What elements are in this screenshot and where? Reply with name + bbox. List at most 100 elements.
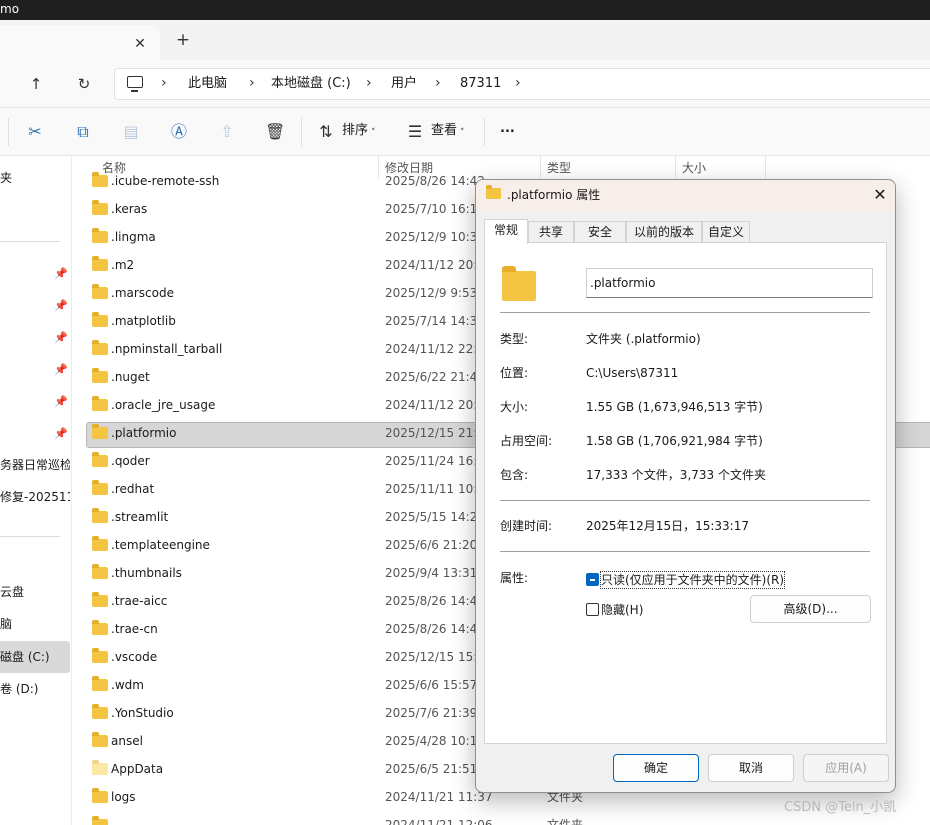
file-name[interactable]: .platformio xyxy=(111,425,176,441)
location-value: C:\Users\87311 xyxy=(586,366,679,380)
readonly-label[interactable]: 只读(仅应用于文件夹中的文件)(R) xyxy=(599,571,786,589)
new-tab-button[interactable]: + xyxy=(173,30,193,50)
file-date: 2025/5/15 14:29 xyxy=(385,510,485,524)
sidebar-item-server-check[interactable]: 务器日常巡检 xyxy=(0,457,70,473)
folder-icon xyxy=(92,284,108,299)
tab-strip: ✕ + xyxy=(0,20,930,60)
file-date: 2024/11/12 20:4 xyxy=(385,258,485,272)
breadcrumb-user-folder[interactable]: 87311 xyxy=(460,76,501,92)
file-date: 2025/7/6 21:39 xyxy=(385,706,478,720)
file-date: 2025/12/9 9:53 xyxy=(385,286,478,300)
chevron-down-icon[interactable]: ˅ xyxy=(460,125,465,141)
tab-customize[interactable]: 自定义 xyxy=(702,221,750,243)
file-date: 2024/11/21 11:37 xyxy=(385,790,493,804)
pin-icon: 📌 xyxy=(54,427,68,440)
more-options-button[interactable]: ... xyxy=(500,121,515,137)
file-name[interactable]: .redhat xyxy=(111,481,154,497)
folder-icon xyxy=(92,396,108,411)
sidebar-item-local-disk-c[interactable]: 磁盘 (C:) xyxy=(0,649,70,665)
file-name[interactable]: .templateengine xyxy=(111,537,210,553)
file-name[interactable]: .vscode xyxy=(111,649,157,665)
explorer-tab[interactable]: ✕ xyxy=(0,25,160,60)
tab-sharing[interactable]: 共享 xyxy=(528,221,574,243)
file-name[interactable]: .thumbnails xyxy=(111,565,182,581)
file-name[interactable]: .qoder xyxy=(111,453,150,469)
tab-previous-versions[interactable]: 以前的版本 xyxy=(626,221,702,243)
file-name[interactable]: .YonStudio xyxy=(111,705,174,721)
close-icon[interactable]: ✕ xyxy=(132,36,148,52)
folder-icon xyxy=(92,256,108,271)
rename-icon[interactable]: Ⓐ xyxy=(169,122,189,142)
hidden-checkbox[interactable] xyxy=(586,603,599,616)
ok-button[interactable]: 确定 xyxy=(613,754,699,782)
file-name[interactable]: logs xyxy=(111,789,136,805)
file-name[interactable]: .keras xyxy=(111,201,147,217)
folder-icon xyxy=(92,704,108,719)
breadcrumb-local-disk[interactable]: 本地磁盘 (C:) xyxy=(271,76,351,92)
sidebar-item-fix-folder[interactable]: 修复-2025110 xyxy=(0,489,70,505)
view-button[interactable]: 查看 xyxy=(431,123,457,139)
copy-icon[interactable]: ⧉ xyxy=(73,122,93,142)
cancel-button[interactable]: 取消 xyxy=(708,754,794,782)
file-name[interactable]: .trae-aicc xyxy=(111,593,167,609)
dialog-titlebar[interactable]: .platformio 属性 ✕ xyxy=(476,180,895,210)
breadcrumb-this-pc[interactable]: 此电脑 xyxy=(188,76,227,92)
file-date: 2025/12/15 21:2 xyxy=(385,426,485,440)
breadcrumb[interactable]: › 此电脑 › 本地磁盘 (C:) › 用户 › 87311 › xyxy=(114,68,930,100)
chevron-down-icon[interactable]: ˅ xyxy=(371,125,376,141)
file-name[interactable]: .wdm xyxy=(111,677,144,693)
cut-icon[interactable]: ✂ xyxy=(25,122,45,142)
file-name[interactable]: .trae-cn xyxy=(111,621,158,637)
advanced-button[interactable]: 高级(D)... xyxy=(750,595,871,623)
folder-icon xyxy=(92,172,108,187)
table-row[interactable]: 2024/11/21 12:06 文件夹 xyxy=(82,814,882,825)
view-icon[interactable]: ☰ xyxy=(405,122,425,142)
created-label: 创建时间: xyxy=(500,519,553,533)
sidebar-item-this-pc[interactable]: 脑 xyxy=(0,616,70,632)
size-on-disk-label: 占用空间: xyxy=(500,434,553,448)
properties-dialog: .platformio 属性 ✕ 常规 共享 安全 以前的版本 自定义 类型: … xyxy=(475,179,896,793)
file-name[interactable]: .oracle_jre_usage xyxy=(111,397,215,413)
up-arrow-icon[interactable]: ↑ xyxy=(24,72,48,96)
file-name[interactable]: .icube-remote-ssh xyxy=(111,173,219,189)
divider xyxy=(500,551,870,552)
sort-button[interactable]: 排序 xyxy=(342,123,368,139)
file-name[interactable]: .streamlit xyxy=(111,509,168,525)
sidebar-item-volume-d[interactable]: 卷 (D:) xyxy=(0,681,70,697)
tab-security[interactable]: 安全 xyxy=(574,221,626,243)
address-bar: ↑ ↻ › 此电脑 › 本地磁盘 (C:) › 用户 › 87311 › xyxy=(0,60,930,108)
sidebar-item-cloud-drive[interactable]: 云盘 xyxy=(0,584,70,600)
file-name[interactable]: .lingma xyxy=(111,229,156,245)
created-value: 2025年12月15日，15:33:17 xyxy=(586,519,749,533)
file-name[interactable]: .npminstall_tarball xyxy=(111,341,222,357)
file-name[interactable]: ansel xyxy=(111,733,143,749)
readonly-checkbox[interactable] xyxy=(586,573,599,586)
folder-icon xyxy=(92,536,108,551)
file-date: 2025/6/22 21:44 xyxy=(385,370,485,384)
share-icon[interactable]: ⇪ xyxy=(217,122,237,142)
file-name[interactable]: .matplotlib xyxy=(111,313,176,329)
sidebar-item-folder[interactable]: 夹 xyxy=(0,170,70,186)
hidden-label[interactable]: 隐藏(H) xyxy=(601,602,643,618)
chevron-right-icon[interactable]: › xyxy=(366,74,372,92)
file-name[interactable]: .marscode xyxy=(111,285,174,301)
tab-general[interactable]: 常规 xyxy=(484,219,528,244)
folder-icon xyxy=(92,452,108,467)
refresh-icon[interactable]: ↻ xyxy=(72,72,96,96)
breadcrumb-users[interactable]: 用户 xyxy=(391,76,417,92)
file-name[interactable]: AppData xyxy=(111,761,163,777)
chevron-right-icon[interactable]: › xyxy=(515,74,521,92)
file-date: 2025/11/11 10:2 xyxy=(385,482,485,496)
chevron-right-icon[interactable]: › xyxy=(435,74,441,92)
sort-icon[interactable]: ⇅ xyxy=(316,122,336,142)
apply-button[interactable]: 应用(A) xyxy=(803,754,889,782)
folder-name-input[interactable] xyxy=(586,268,873,298)
chevron-right-icon[interactable]: › xyxy=(249,74,255,92)
delete-icon[interactable]: 🗑 xyxy=(265,122,285,142)
chevron-right-icon[interactable]: › xyxy=(161,74,167,92)
size-on-disk-value: 1.58 GB (1,706,921,984 字节) xyxy=(586,434,763,448)
file-name[interactable]: .m2 xyxy=(111,257,134,273)
close-icon[interactable]: ✕ xyxy=(869,184,891,206)
file-name[interactable]: .nuget xyxy=(111,369,150,385)
paste-icon[interactable]: ▤ xyxy=(121,122,141,142)
